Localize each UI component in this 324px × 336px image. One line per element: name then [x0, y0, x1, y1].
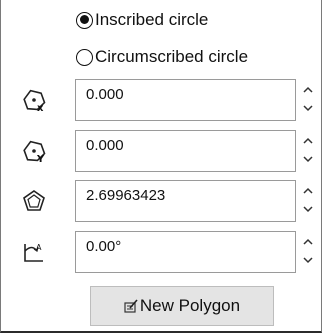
inscribed-label: Inscribed circle	[95, 10, 209, 29]
center-y-input[interactable]	[76, 131, 295, 171]
center-x-row: x	[1, 79, 323, 121]
chevron-down-icon[interactable]	[301, 202, 315, 216]
svg-text:x: x	[37, 103, 44, 113]
diameter-row	[1, 180, 323, 222]
chevron-down-icon[interactable]	[301, 101, 315, 115]
center-x-field-box	[75, 79, 296, 121]
angle-input[interactable]	[76, 232, 295, 272]
chevron-down-icon[interactable]	[301, 152, 315, 166]
polygon-diameter-icon	[23, 190, 45, 211]
polygon-property-panel: Inscribed circle Circumscribed circle x …	[0, 0, 322, 333]
rotation-angle-icon: A	[24, 243, 43, 262]
angle-row: A	[1, 231, 323, 273]
chevron-up-icon[interactable]	[301, 184, 315, 198]
angle-field-box	[75, 231, 296, 273]
center-y-row: Y	[1, 130, 323, 172]
circumscribed-radio[interactable]	[76, 48, 93, 66]
svg-text:A: A	[36, 243, 42, 252]
circumscribed-label: Circumscribed circle	[95, 47, 249, 66]
chevron-up-icon[interactable]	[301, 235, 315, 249]
chevron-up-icon[interactable]	[301, 134, 315, 148]
inscribed-radio[interactable]	[76, 11, 93, 29]
angle-spinner[interactable]	[298, 233, 318, 271]
inscribed-circle-option[interactable]: Inscribed circle	[76, 7, 208, 33]
center-x-input[interactable]	[76, 80, 295, 120]
center-x-spinner[interactable]	[298, 81, 318, 119]
svg-text:Y: Y	[36, 154, 45, 164]
new-polygon-label: New Polygon	[139, 296, 241, 315]
center-y-field-box	[75, 130, 296, 172]
center-y-icon: Y	[23, 140, 46, 164]
diameter-input[interactable]	[76, 181, 295, 221]
new-polygon-icon	[124, 299, 138, 313]
circumscribed-circle-option[interactable]: Circumscribed circle	[76, 44, 248, 70]
center-x-icon: x	[23, 89, 46, 113]
chevron-up-icon[interactable]	[301, 83, 315, 97]
new-polygon-button[interactable]: New Polygon	[90, 286, 274, 326]
center-y-spinner[interactable]	[298, 132, 318, 170]
diameter-field-box	[75, 180, 296, 222]
chevron-down-icon[interactable]	[301, 253, 315, 267]
diameter-spinner[interactable]	[298, 182, 318, 220]
